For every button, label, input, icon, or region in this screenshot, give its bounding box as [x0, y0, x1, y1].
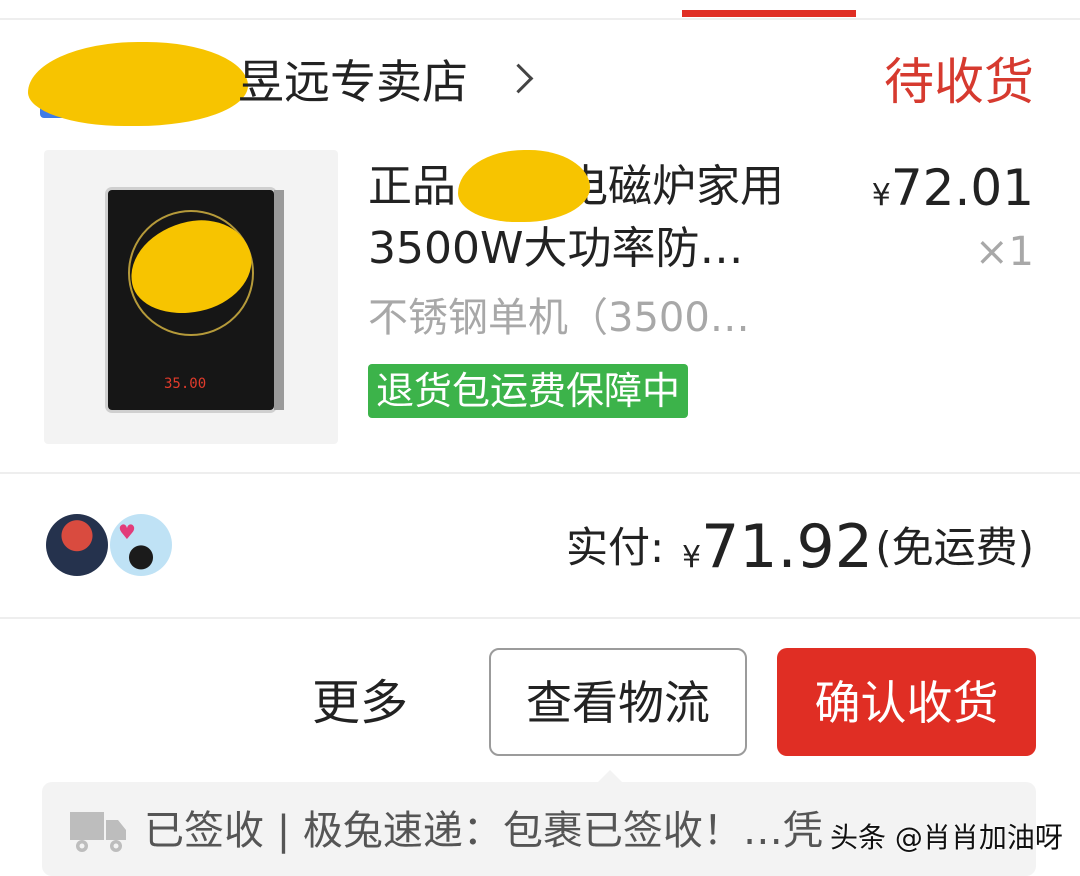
redaction-mark — [458, 150, 590, 222]
product-title-part1: 正品 — [368, 161, 456, 212]
product-item[interactable]: 35.00 正品 电磁炉家用 3500W大功率防… 不锈钢单机（3500… 退货包运… — [0, 148, 1080, 448]
currency-symbol: ¥ — [682, 540, 702, 575]
product-title[interactable]: 正品 电磁炉家用 3500W大功率防… — [368, 156, 838, 280]
product-quantity: ×1 — [975, 229, 1034, 275]
logistics-status-text: 已签收 | 极兔速递：包裹已签收！…凭 — [144, 808, 823, 854]
price-value: 72.01 — [890, 159, 1034, 217]
avatar[interactable] — [46, 514, 108, 576]
product-title-part2: 电磁炉家用 — [564, 161, 784, 212]
product-variant: 不锈钢单机（3500… — [368, 295, 750, 341]
cooktop-display: 35.00 — [164, 376, 207, 392]
store-name[interactable]: 昱远专卖店 — [238, 52, 468, 112]
divider — [0, 472, 1080, 474]
truck-icon — [70, 812, 126, 852]
paid-label: 实付: — [566, 523, 665, 572]
divider — [0, 617, 1080, 619]
redaction-mark — [28, 42, 248, 126]
return-shipping-badge: 退货包运费保障中 — [368, 364, 689, 418]
paid-amount: ¥71.92 — [682, 512, 873, 593]
heart-icon: ♥ — [118, 520, 136, 544]
order-status: 待收货 — [884, 53, 1034, 111]
view-logistics-button[interactable]: 查看物流 — [489, 648, 747, 756]
paid-amount-value: 71.92 — [701, 512, 873, 582]
confirm-receipt-button[interactable]: 确认收货 — [777, 648, 1036, 756]
product-thumbnail[interactable]: 35.00 — [44, 150, 338, 444]
product-price: ¥72.01 — [872, 158, 1034, 226]
currency-symbol: ¥ — [871, 178, 891, 213]
product-title-line2: 3500W大功率防… — [368, 223, 744, 274]
active-tab-indicator — [682, 10, 856, 17]
top-divider — [0, 18, 1080, 20]
shipping-note: (免运费) — [875, 523, 1034, 572]
cooktop-side-panel — [274, 190, 284, 410]
watermark-text: 头条 @肖肖加油呀 — [830, 821, 1063, 854]
store-header[interactable]: 昱远专卖店 待收货 — [0, 40, 1080, 130]
chevron-right-icon[interactable] — [503, 63, 534, 94]
more-button[interactable]: 更多 — [290, 650, 430, 756]
